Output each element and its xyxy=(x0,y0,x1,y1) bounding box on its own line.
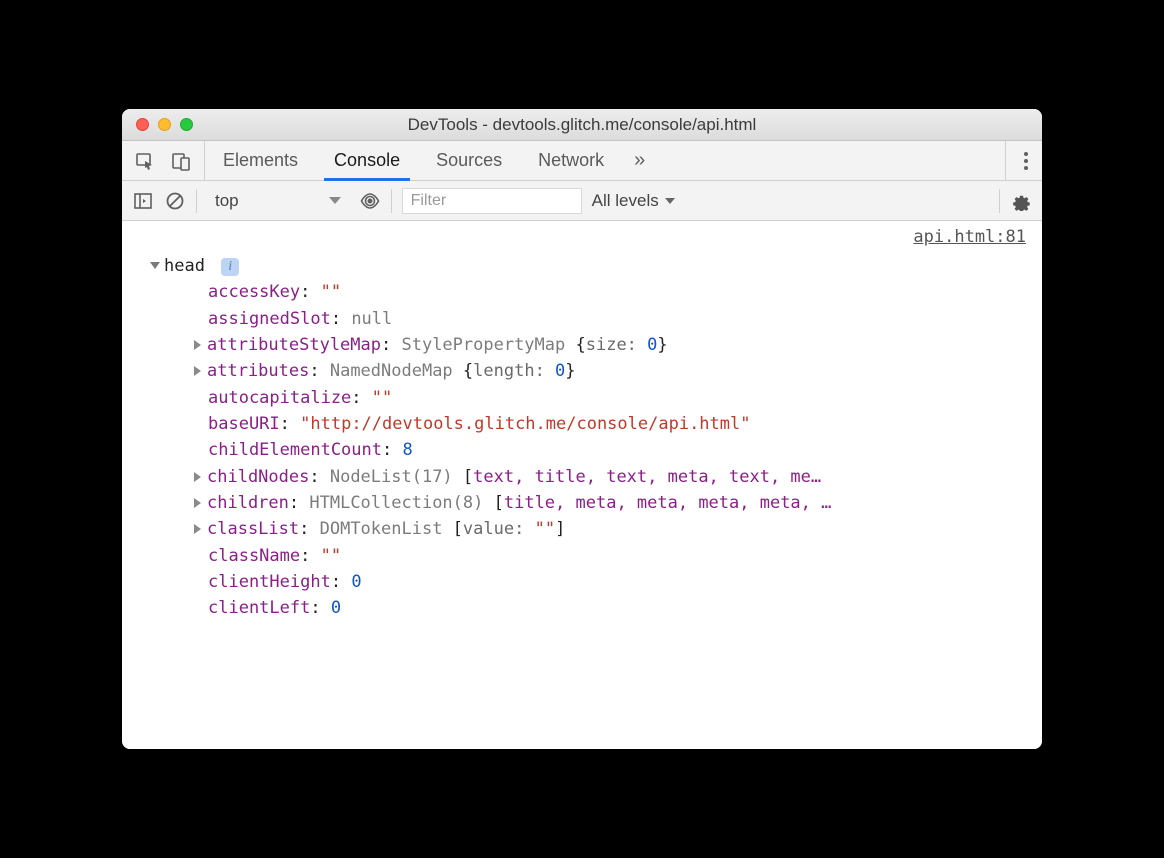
tab-sources[interactable]: Sources xyxy=(418,141,520,180)
window-title: DevTools - devtools.glitch.me/console/ap… xyxy=(122,115,1042,135)
filter-input[interactable] xyxy=(402,188,582,214)
devtools-window: DevTools - devtools.glitch.me/console/ap… xyxy=(122,109,1042,749)
property-row: baseURI: "http://devtools.glitch.me/cons… xyxy=(150,411,1026,437)
clear-console-icon[interactable] xyxy=(164,190,186,212)
chevron-down-icon xyxy=(665,198,675,204)
disclosure-triangle-closed-icon[interactable] xyxy=(194,366,201,376)
property-value: 0 xyxy=(331,598,341,618)
execution-context-select[interactable]: top xyxy=(207,189,349,213)
property-class: StylePropertyMap xyxy=(401,335,575,355)
tabbar: Elements Console Sources Network » xyxy=(122,141,1042,181)
console-toolbar: top All levels xyxy=(122,181,1042,221)
property-key: clientLeft xyxy=(208,598,310,618)
tab-elements[interactable]: Elements xyxy=(205,141,316,180)
toggle-console-drawer-icon[interactable] xyxy=(132,190,154,212)
source-link[interactable]: api.html:81 xyxy=(913,227,1026,247)
device-toolbar-icon[interactable] xyxy=(170,150,192,172)
inspect-element-icon[interactable] xyxy=(134,150,156,172)
property-row: clientHeight: 0 xyxy=(150,569,1026,595)
property-key: clientHeight xyxy=(208,572,331,592)
property-key: children xyxy=(207,493,289,513)
titlebar: DevTools - devtools.glitch.me/console/ap… xyxy=(122,109,1042,141)
property-value: "" xyxy=(321,282,341,302)
property-class: NamedNodeMap xyxy=(330,361,463,381)
property-value: null xyxy=(351,309,392,329)
tabbar-left-tools xyxy=(122,141,205,180)
property-row[interactable]: children: HTMLCollection(8) [title, meta… xyxy=(150,490,1026,516)
property-row: autocapitalize: "" xyxy=(150,385,1026,411)
tab-network[interactable]: Network xyxy=(520,141,622,180)
chevron-down-icon xyxy=(329,197,341,204)
panel-tabs: Elements Console Sources Network » xyxy=(205,141,657,180)
disclosure-triangle-closed-icon[interactable] xyxy=(194,524,201,534)
live-expression-icon[interactable] xyxy=(359,190,381,212)
property-value: "" xyxy=(321,546,341,566)
property-key: childNodes xyxy=(207,467,309,487)
more-options-icon[interactable] xyxy=(1020,148,1032,174)
property-row: clientLeft: 0 xyxy=(150,595,1026,621)
log-levels-label: All levels xyxy=(592,191,659,211)
property-value: 0 xyxy=(351,572,361,592)
property-class: HTMLCollection(8) xyxy=(309,493,493,513)
property-key: attributes xyxy=(207,361,309,381)
console-output: api.html:81 head i accessKey: ""assigned… xyxy=(122,221,1042,749)
property-key: accessKey xyxy=(208,282,300,302)
property-row: childElementCount: 8 xyxy=(150,437,1026,463)
logged-object: head i accessKey: ""assignedSlot: nullat… xyxy=(122,227,1042,622)
console-settings-icon[interactable] xyxy=(1010,190,1032,212)
property-row: className: "" xyxy=(150,543,1026,569)
zoom-window-button[interactable] xyxy=(180,118,193,131)
object-header-row[interactable]: head i xyxy=(150,253,1026,279)
log-levels-select[interactable]: All levels xyxy=(592,191,675,211)
property-key: baseURI xyxy=(208,414,280,434)
property-key: attributeStyleMap xyxy=(207,335,381,355)
property-row: assignedSlot: null xyxy=(150,306,1026,332)
property-key: autocapitalize xyxy=(208,388,351,408)
property-row[interactable]: classList: DOMTokenList [value: ""] xyxy=(150,516,1026,542)
property-value: "" xyxy=(372,388,392,408)
property-key: assignedSlot xyxy=(208,309,331,329)
close-window-button[interactable] xyxy=(136,118,149,131)
property-row: accessKey: "" xyxy=(150,279,1026,305)
tabs-overflow-button[interactable]: » xyxy=(622,141,657,180)
separator xyxy=(999,189,1000,213)
traffic-lights xyxy=(136,118,193,131)
tab-console[interactable]: Console xyxy=(316,141,418,180)
property-class: DOMTokenList xyxy=(320,519,453,539)
info-badge-icon[interactable]: i xyxy=(221,258,239,276)
disclosure-triangle-closed-icon[interactable] xyxy=(194,498,201,508)
separator xyxy=(196,189,197,213)
minimize-window-button[interactable] xyxy=(158,118,171,131)
property-key: className xyxy=(208,546,300,566)
execution-context-value: top xyxy=(215,191,239,211)
property-key: childElementCount xyxy=(208,440,382,460)
disclosure-triangle-closed-icon[interactable] xyxy=(194,340,201,350)
property-value: "http://devtools.glitch.me/console/api.h… xyxy=(300,414,750,434)
tabbar-right-tools xyxy=(1005,141,1042,180)
object-name: head xyxy=(164,256,205,276)
disclosure-triangle-closed-icon[interactable] xyxy=(194,472,201,482)
property-class: NodeList(17) xyxy=(330,467,463,487)
property-value: 8 xyxy=(402,440,412,460)
separator xyxy=(391,189,392,213)
property-row[interactable]: childNodes: NodeList(17) [text, title, t… xyxy=(150,464,1026,490)
property-row[interactable]: attributes: NamedNodeMap {length: 0} xyxy=(150,358,1026,384)
property-key: classList xyxy=(207,519,299,539)
disclosure-triangle-open-icon[interactable] xyxy=(150,262,160,269)
property-row[interactable]: attributeStyleMap: StylePropertyMap {siz… xyxy=(150,332,1026,358)
